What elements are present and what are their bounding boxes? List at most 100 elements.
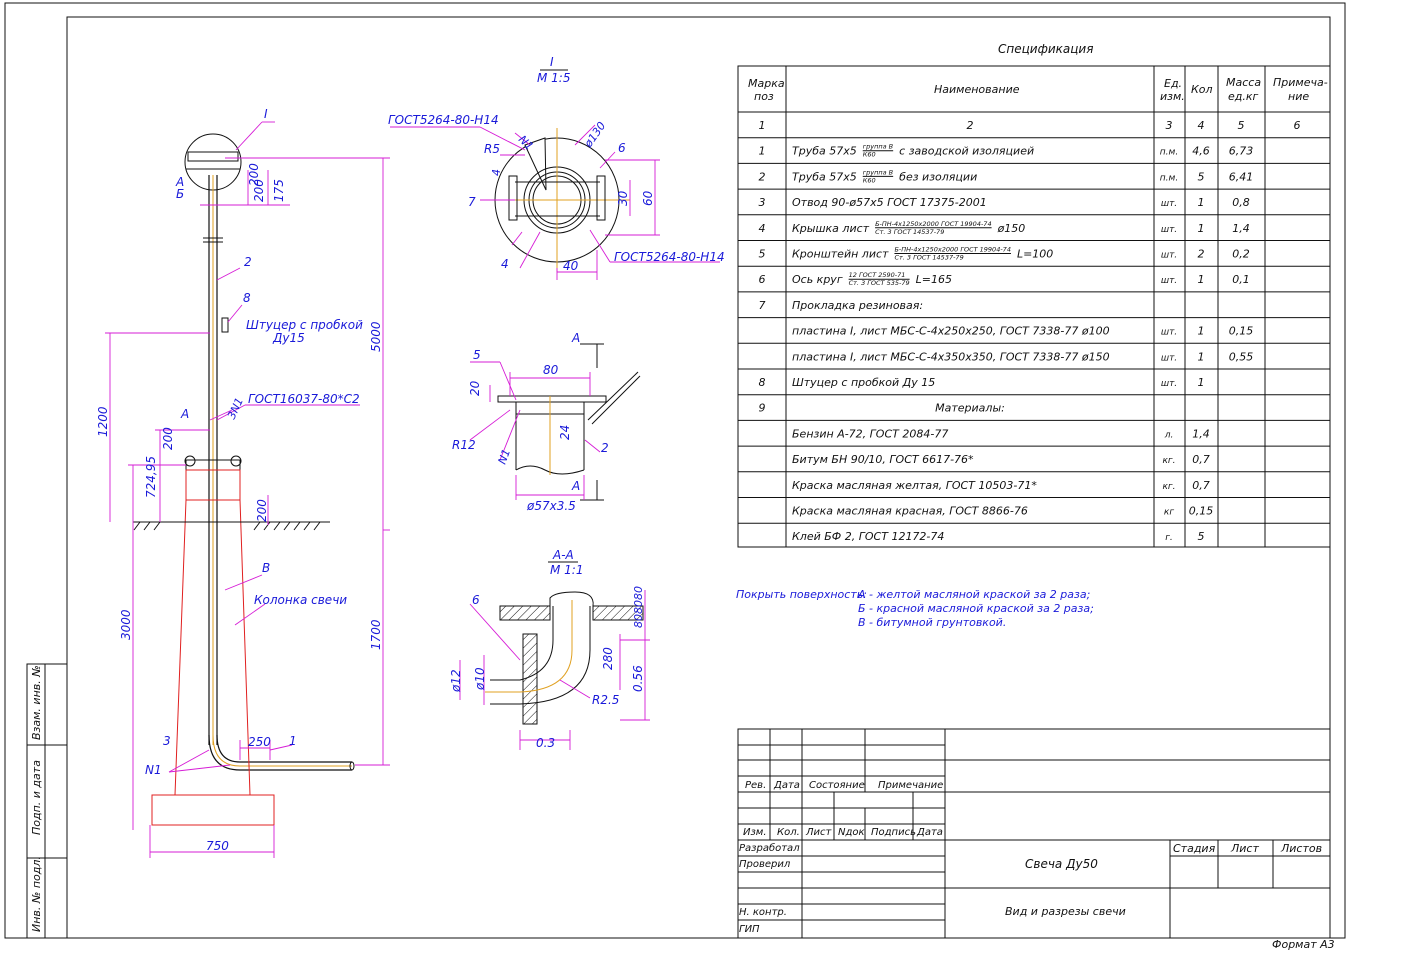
elev-dim-200b: 200 [252, 179, 266, 202]
detail-a-r12: R12 [452, 438, 476, 452]
spec-cell-qty: 5 [1198, 530, 1205, 543]
section-aa-d12: ø12 [449, 669, 463, 693]
spec-cell-mark: 9 [759, 402, 766, 415]
spec-rows: 1 2 3 4 5 61 Труба 57х5 группа ВК60 с заводской … [759, 119, 1301, 543]
spec-header-mass-2: ед.кг [1228, 90, 1259, 103]
detail-i-gost-bottom: ГОСТ5264-80-Н14 [614, 250, 725, 264]
elev-dim-5000: 5000 [369, 321, 383, 352]
tb-podpis: Подпись [871, 827, 916, 838]
spec-cell-qty: 0,7 [1192, 479, 1210, 492]
tb-list: Лист [805, 827, 833, 838]
spec-cell-mass: 0,15 [1229, 325, 1254, 338]
spec-header-mark-1: Марка [748, 77, 785, 90]
tb-data: Дата [916, 827, 943, 838]
elev-dim-3000: 3000 [119, 609, 133, 640]
format-label: Формат А3 [1272, 938, 1335, 951]
spec-cell-qty: 0,7 [1192, 453, 1210, 466]
notes-line-3: В - битумной грунтовкой. [858, 616, 1006, 629]
spec-cell-qty: 1 [1198, 196, 1205, 209]
elev-fitting-note-2: Ду15 [272, 331, 305, 345]
spec-cell-mark: 6 [759, 273, 766, 286]
tb-gip: ГИП [739, 924, 760, 935]
spec-cell-name: Крышка лист [792, 222, 870, 235]
tb-sheets: Листов [1280, 842, 1322, 855]
section-aa-view [459, 561, 650, 750]
spec-colnum: 1 [759, 119, 766, 132]
spec-cell-name: Прокладка резиновая: [792, 299, 923, 312]
spec-cell-name: Краска масляная красная, ГОСТ 8866-76 [792, 505, 1028, 518]
tb-rev: Рев. [745, 780, 766, 791]
section-aa-title: А-А [552, 548, 574, 562]
spec-cell-unit: г. [1165, 533, 1173, 543]
elev-callout-3: 3 [163, 734, 171, 748]
elev-dim-175: 175 [272, 179, 286, 202]
side-stamp-replace: Взам. инв. № [30, 665, 43, 740]
elev-dim-1200: 1200 [96, 406, 110, 437]
spec-cell-frac-top: 12 ГОСТ 2590-71 [849, 271, 906, 279]
section-aa-d056: 0.56 [631, 665, 645, 692]
detail-i-gost-top: ГОСТ5264-80-Н14 [388, 113, 499, 127]
spec-colnum: 4 [1198, 119, 1205, 132]
tb-sheet-title: Вид и разрезы свечи [1005, 905, 1126, 918]
side-stamp-sign: Подп. и дата [30, 760, 43, 835]
spec-cell-mark: 7 [759, 299, 766, 312]
spec-cell-unit: шт. [1161, 328, 1177, 338]
detail-a-d57: ø57х3.5 [526, 499, 576, 513]
detail-a-d20: 20 [468, 380, 482, 396]
spec-cell-name: Кронштейн лист [792, 248, 889, 261]
spec-cell-qty: 1 [1198, 222, 1205, 235]
tb-nkontr: Н. контр. [739, 907, 787, 918]
spec-cell-mass: 6,73 [1229, 145, 1254, 158]
detail-i-callout-4b: 4 [501, 257, 509, 271]
tb-state: Состояние [809, 780, 865, 791]
spec-cell-unit: шт. [1161, 353, 1177, 363]
spec-cell-unit: шт. [1161, 225, 1177, 235]
tb-stadia: Стадия [1173, 842, 1216, 855]
detail-i-scale: М 1:5 [537, 71, 570, 85]
spec-cell-name: Труба 57х5 [792, 170, 857, 183]
detail-i-d30: 30 [616, 190, 630, 206]
spec-cell-mass: 0,55 [1229, 350, 1254, 363]
spec-cell-mass: 0,1 [1232, 273, 1250, 286]
detail-i-callout-4a: 4 [490, 169, 503, 176]
spec-cell-name: Ось круг [792, 273, 843, 286]
elev-dim-72495: 724,95 [144, 456, 158, 498]
spec-header-mass-1: Масса [1226, 76, 1261, 89]
spec-cell-unit: кг. [1162, 482, 1175, 492]
spec-cell-frac-bottom: К60 [863, 176, 876, 184]
side-stamp: Взам. инв. № Подп. и дата Инв. № подл. [26, 663, 68, 939]
notes-lead: Покрыть поверхность: [736, 588, 867, 601]
spec-cell-name: Труба 57х5 [792, 145, 857, 158]
spec-colnum: 6 [1294, 119, 1301, 132]
detail-a-d24: 24 [558, 425, 572, 440]
tb-proveril: Проверил [739, 859, 791, 870]
detail-i-d60: 60 [641, 190, 655, 206]
spec-header-mark-2: поз [754, 90, 774, 103]
spec-cell-name-tail: ø150 [997, 222, 1026, 235]
spec-cell-frac-bottom: Ст. 3 ГОСТ 535-79 [849, 279, 910, 287]
tb-sheet: Лист [1230, 842, 1259, 855]
detail-i-view [390, 69, 720, 280]
detail-a-cut-top: А [571, 331, 580, 345]
spec-cell-name-tail: с заводской изоляцией [899, 145, 1034, 158]
tb-kol: Кол. [777, 827, 800, 838]
elev-weld-n1-bottom: N1 [145, 763, 162, 777]
spec-cell-qty: 4,6 [1192, 145, 1210, 158]
detail-a-callout-2: 2 [601, 441, 609, 455]
tb-date: Дата [773, 780, 800, 791]
spec-cell-unit: шт. [1161, 276, 1177, 286]
spec-cell-frac-bottom: К60 [863, 151, 876, 159]
tb-remark: Примечание [878, 780, 943, 791]
elev-label-a-mid: А [180, 407, 189, 421]
elev-node-label: I [264, 107, 268, 121]
spec-cell-qty: 1,4 [1192, 427, 1210, 440]
spec-cell-unit: п.м. [1160, 173, 1178, 183]
spec-header-note-1: Примеча- [1273, 76, 1328, 89]
spec-cell-name-tail: без изоляции [899, 170, 977, 183]
spec-colnum: 5 [1238, 119, 1245, 132]
detail-i-callout-7: 7 [468, 195, 476, 209]
spec-cell-name: Клей БФ 2, ГОСТ 12172-74 [792, 530, 944, 543]
spec-cell-name: пластина I, лист МБС-С-4х250х250, ГОСТ 7… [792, 325, 1110, 338]
spec-cell-mark: 2 [759, 170, 766, 183]
spec-cell-mark: 5 [759, 248, 766, 261]
